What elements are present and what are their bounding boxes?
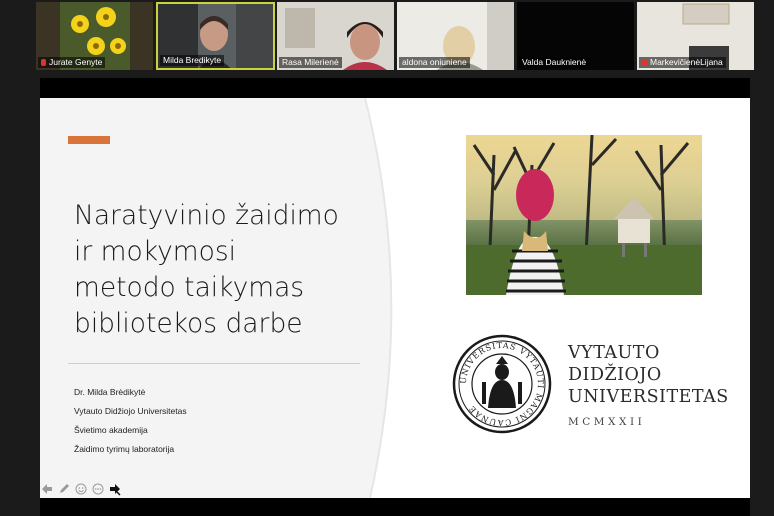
title-line: metodo taikymas	[74, 272, 305, 303]
author-faculty: Švietimo akademija	[74, 425, 148, 435]
arrow-left-icon[interactable]	[40, 483, 53, 496]
participant-name: Valda Dauknienė	[519, 57, 590, 68]
shared-slide: Naratyvinio žaidimo ir mokymosi metodo t…	[40, 98, 750, 498]
participant-name: aldona oniuniene	[399, 57, 470, 68]
mic-muted-icon	[41, 59, 46, 66]
title-line: ir mokymosi	[74, 236, 236, 267]
slide-annotation-toolbar	[40, 482, 121, 496]
participant-tile-1[interactable]: Jurate Genyte	[36, 2, 153, 70]
accent-bar	[68, 136, 110, 144]
university-name-line: VYTAUTO	[568, 343, 660, 363]
participant-tile-3[interactable]: Rasa Milerienė	[277, 2, 394, 70]
university-founding-year: MCMXXII	[568, 416, 646, 428]
slide-bottom-bar	[40, 498, 750, 516]
author-info: Dr. Milda Brėdikytė Vytauto Didžiojo Uni…	[74, 383, 187, 459]
university-name-line: UNIVERSITETAS	[568, 387, 729, 407]
author-university: Vytauto Didžiojo Universitetas	[74, 406, 187, 416]
more-icon[interactable]	[91, 483, 104, 496]
title-line: bibliotekos darbe	[74, 308, 303, 339]
mic-muted-icon	[642, 59, 647, 66]
slide-divider	[68, 363, 360, 364]
university-seal-logo: UNIVERSITAS VYTAUTI MAGNI CAUNAE	[452, 334, 552, 434]
emoji-icon[interactable]	[74, 483, 87, 496]
participant-tile-4[interactable]: aldona oniuniene	[397, 2, 514, 70]
slide-photo-child-in-park	[466, 135, 702, 295]
participant-tile-5[interactable]: Valda Dauknienė	[517, 2, 634, 70]
participant-name: Rasa Milerienė	[279, 57, 342, 68]
participant-strip: Jurate Genyte Milda Bredikyte Rasa Miler…	[36, 2, 754, 70]
author-lab: Žaidimo tyrimų laboratorija	[74, 444, 175, 454]
participant-name: Jurate Genyte	[38, 57, 106, 68]
university-name-line: DIDŽIOJO	[568, 365, 662, 385]
participant-name: Milda Bredikyte	[160, 55, 225, 66]
participant-tile-6[interactable]: MarkevičienėLijana	[637, 2, 754, 70]
author-name: Dr. Milda Brėdikytė	[74, 387, 146, 397]
slide-title: Naratyvinio žaidimo ir mokymosi metodo t…	[74, 198, 374, 342]
slide-top-bar	[40, 78, 750, 98]
pen-icon[interactable]	[57, 483, 70, 496]
participant-name: MarkevičienėLijana	[639, 57, 726, 68]
participant-tile-2[interactable]: Milda Bredikyte	[156, 2, 275, 70]
pointer-icon[interactable]	[108, 483, 121, 496]
title-line: Naratyvinio žaidimo	[74, 200, 339, 231]
university-name: VYTAUTO DIDŽIOJO UNIVERSITETAS	[568, 342, 729, 408]
